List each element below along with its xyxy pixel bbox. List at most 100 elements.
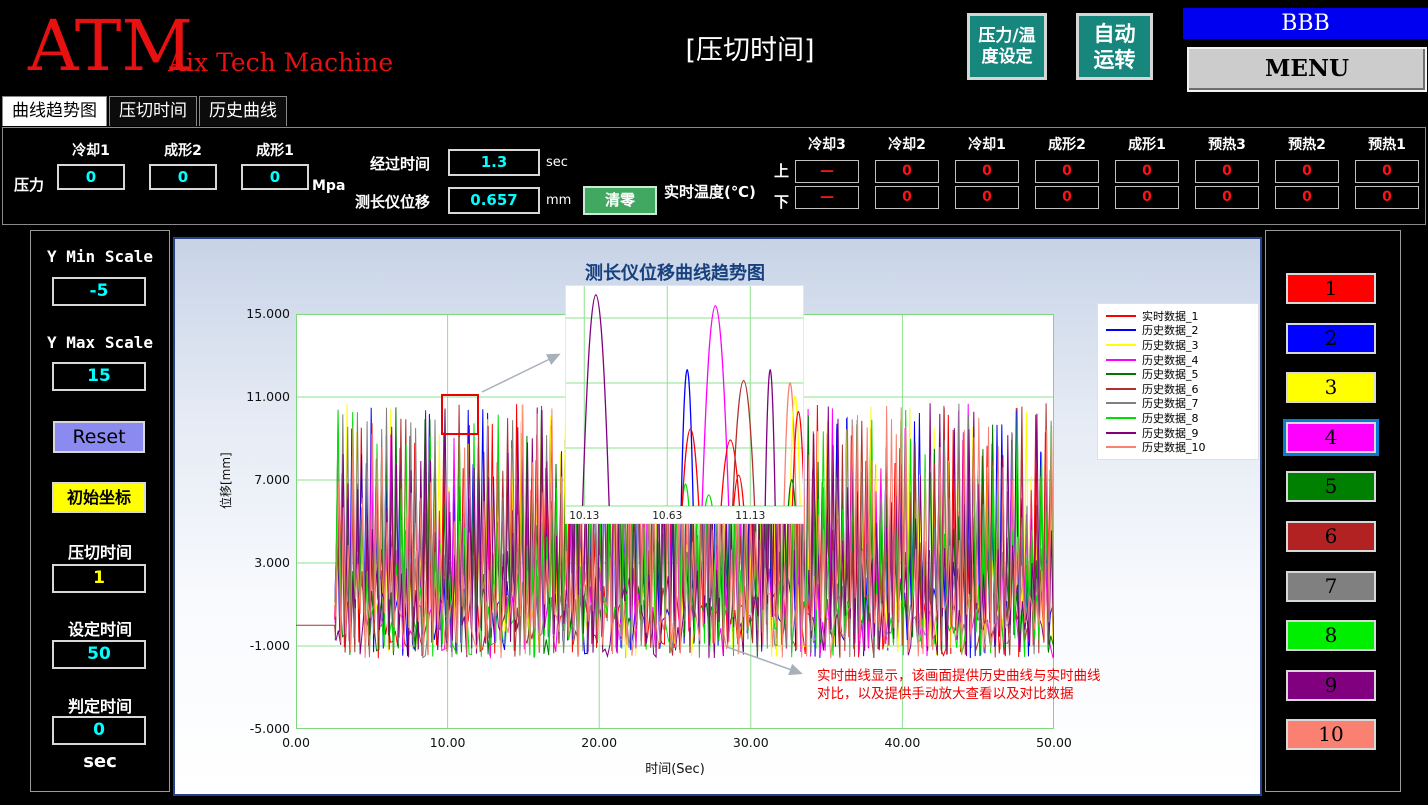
temp-value-top: — <box>795 160 859 183</box>
y-axis-tick-label: 15.000 <box>210 306 290 321</box>
history-select-button-9[interactable]: 9 <box>1286 670 1376 701</box>
temp-column: 预热3 0 0 <box>1193 134 1261 209</box>
judge-time-field[interactable]: 0 <box>52 716 146 745</box>
set-time-field[interactable]: 50 <box>52 640 146 669</box>
tab-压切时间[interactable]: 压切时间 <box>109 96 197 126</box>
pressure-temp-settings-label-line1: 压力/温 <box>978 26 1035 47</box>
temp-value-top: 0 <box>875 160 939 183</box>
auto-run-label-line1: 自动 <box>1094 21 1136 47</box>
scale-settings-panel: Y Min Scale -5 Y Max Scale 15 Reset 初始坐标… <box>30 230 170 792</box>
pressure-label: 压力 <box>14 174 44 195</box>
temp-value-bottom: 0 <box>875 186 939 209</box>
x-axis-tick-label: 40.00 <box>872 735 932 750</box>
temp-channel-label: 预热2 <box>1288 134 1326 157</box>
temp-row-top-label: 上 <box>774 160 789 181</box>
press-cut-time-field[interactable]: 1 <box>52 564 146 593</box>
temp-value-top: 0 <box>1355 160 1419 183</box>
temp-value-top: 0 <box>1275 160 1339 183</box>
y-min-scale-label: Y Min Scale <box>31 247 169 266</box>
y-min-scale-field[interactable]: -5 <box>52 277 146 306</box>
temp-channel-label: 预热3 <box>1208 134 1246 157</box>
temp-channel-label: 预热1 <box>1368 134 1406 157</box>
history-select-button-2[interactable]: 2 <box>1286 323 1376 354</box>
realtime-temp-label: 实时温度(℃) <box>664 181 756 202</box>
temp-column: 预热200 <box>1273 134 1341 209</box>
y-axis-tick-label: -1.000 <box>210 638 290 653</box>
pressure-item: 成形10 <box>240 138 310 190</box>
inset-x-tick-label: 11.13 <box>735 510 765 522</box>
x-axis-tick-label: 30.00 <box>721 735 781 750</box>
init-coordinates-button[interactable]: 初始坐标 <box>52 482 146 513</box>
temp-column: 冷却3 — — <box>793 134 861 209</box>
history-select-button-10[interactable]: 10 <box>1286 719 1376 750</box>
chart-annotation: 实时曲线显示，该画面提供历史曲线与实时曲线 对比，以及提供手动放大查看以及对比数… <box>817 667 1157 703</box>
history-select-button-3[interactable]: 3 <box>1286 372 1376 403</box>
inset-x-tick-label: 10.13 <box>569 510 599 522</box>
menu-button[interactable]: MENU <box>1187 47 1427 92</box>
history-select-button-5[interactable]: 5 <box>1286 471 1376 502</box>
temp-channel-label: 冷却3 <box>808 134 846 157</box>
temp-channel-label: 成形2 <box>1048 134 1086 157</box>
zoom-inset-curves: 10.13 10.63 11.13 <box>566 286 803 523</box>
hmi-screen: ATM Aix Tech Machine [压切时间] 压力/温 度设定 自动 … <box>0 0 1428 805</box>
inset-x-tick-label: 10.63 <box>652 510 682 522</box>
temp-value-top: 0 <box>1195 160 1259 183</box>
y-max-scale-label: Y Max Scale <box>31 333 169 352</box>
history-select-button-8[interactable]: 8 <box>1286 620 1376 651</box>
status-banner[interactable]: BBB <box>1183 8 1428 39</box>
pressure-group: 冷却10成形20成形10 <box>56 138 310 190</box>
tab-bar: 曲线趋势图压切时间历史曲线 <box>2 96 289 126</box>
y-max-scale-field[interactable]: 15 <box>52 362 146 391</box>
auto-run-label-line2: 运转 <box>1094 47 1136 73</box>
temp-value-top: 0 <box>955 160 1019 183</box>
temp-value-bottom: 0 <box>1035 186 1099 209</box>
auto-run-button[interactable]: 自动 运转 <box>1076 13 1153 80</box>
clear-zero-button[interactable]: 清零 <box>583 186 657 215</box>
annotation-line1: 实时曲线显示，该画面提供历史曲线与实时曲线 <box>817 667 1157 685</box>
annotation-line2: 对比，以及提供手动放大查看以及对比数据 <box>817 685 1157 703</box>
judge-time-label: 判定时间 <box>31 693 169 717</box>
displacement-unit: mm <box>546 193 571 208</box>
y-axis-tick-label: 3.000 <box>210 555 290 570</box>
temp-channel-label: 冷却1 <box>968 134 1006 157</box>
temp-value-bottom: 0 <box>1115 186 1179 209</box>
temp-channel-label: 成形1 <box>1128 134 1166 157</box>
x-axis-tick-label: 50.00 <box>1024 735 1084 750</box>
history-select-button-4[interactable]: 4 <box>1286 422 1376 453</box>
y-axis-tick-label: -5.000 <box>210 721 290 736</box>
pressure-channel-label: 冷却1 <box>72 138 110 164</box>
temp-value-bottom: 0 <box>955 186 1019 209</box>
pressure-value: 0 <box>241 164 309 190</box>
elapsed-time-value: 1.3 <box>448 149 540 176</box>
history-select-button-7[interactable]: 7 <box>1286 571 1376 602</box>
reset-button[interactable]: Reset <box>53 421 145 453</box>
pressure-channel-label: 成形2 <box>164 138 202 164</box>
pressure-channel-label: 成形1 <box>256 138 294 164</box>
set-time-label: 设定时间 <box>31 616 169 640</box>
y-axis-tick-label: 11.000 <box>210 389 290 404</box>
temp-value-bottom: — <box>795 186 859 209</box>
temperature-table: 冷却3——冷却200冷却100成形200成形100预热300预热200预热100 <box>793 134 1421 209</box>
x-axis-tick-label: 10.00 <box>418 735 478 750</box>
pressure-temp-settings-button[interactable]: 压力/温 度设定 <box>967 13 1047 80</box>
temp-value-bottom: 0 <box>1195 186 1259 209</box>
page-title: [压切时间] <box>600 28 900 67</box>
tab-历史曲线[interactable]: 历史曲线 <box>199 96 287 126</box>
y-axis-tick-label: 7.000 <box>210 472 290 487</box>
temp-column: 冷却200 <box>873 134 941 209</box>
pressure-item: 冷却10 <box>56 138 126 190</box>
displacement-value: 0.657 <box>448 187 540 214</box>
temp-value-top: 0 <box>1035 160 1099 183</box>
temp-row-bottom-label: 下 <box>774 191 789 212</box>
temp-column: 成形100 <box>1113 134 1181 209</box>
history-select-button-6[interactable]: 6 <box>1286 521 1376 552</box>
temp-column: 成形2 0 0 <box>1033 134 1101 209</box>
history-select-button-1[interactable]: 1 <box>1286 273 1376 304</box>
x-axis-tick-label: 0.00 <box>266 735 326 750</box>
zoom-inset-chart[interactable]: 10.13 10.63 11.13 <box>565 285 804 524</box>
pressure-item: 成形20 <box>148 138 218 190</box>
elapsed-time-unit: sec <box>546 155 568 170</box>
trend-chart-panel: 测长仪位移曲线趋势图 位移[mm] 时间(Sec) 实时数据_1历史数据_2历史… <box>173 237 1262 796</box>
press-cut-time-label: 压切时间 <box>31 539 169 563</box>
tab-曲线趋势图[interactable]: 曲线趋势图 <box>2 96 107 126</box>
